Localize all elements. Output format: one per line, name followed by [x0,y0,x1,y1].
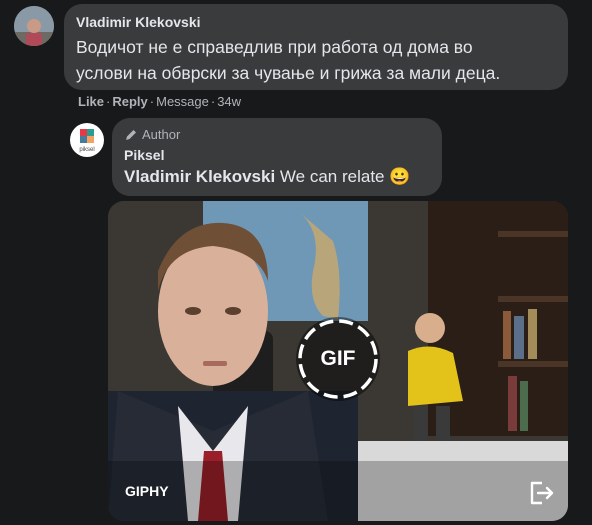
comment-bubble: Vladimir Klekovski Водичот не е справедл… [64,4,568,90]
comment-text-line: Водичот не е справедлив при работа од до… [76,37,473,57]
pencil-icon [126,129,136,140]
giphy-attribution[interactable]: GIPHY [125,483,169,499]
like-button[interactable]: Like [78,94,104,109]
reply-text: Vladimir Klekovski We can relate 😀 [124,167,430,187]
reply-button[interactable]: Reply [112,94,147,109]
author-badge-label: Author [142,127,181,142]
grinning-emoji-icon: 😀 [389,167,411,186]
reply-author-name[interactable]: Piksel [124,147,430,163]
open-external-button[interactable] [522,475,558,511]
open-external-icon [530,481,554,505]
page-avatar[interactable]: piksel [70,123,104,157]
author-badge: Author [124,127,430,142]
logo-text: piksel [79,147,94,153]
reply-bubble: Author Piksel Vladimir Klekovski We can … [112,118,442,196]
comment-text-line: услови на обврски за чување и грижа за м… [76,63,501,83]
message-link[interactable]: Message [156,94,209,109]
commenter-avatar[interactable] [14,6,54,46]
piksel-logo-icon: piksel [79,129,95,153]
comment-age[interactable]: 34w [217,94,241,109]
avatar-photo [14,6,54,46]
gif-attachment[interactable]: GIF GIPHY [108,201,568,521]
gif-loop-icon [298,319,378,399]
gif-play-badge[interactable]: GIF [296,317,380,401]
comment-author-name[interactable]: Vladimir Klekovski [76,14,556,30]
comment-text: Водичот не е справедлив при работа од до… [76,34,556,86]
mention-link[interactable]: Vladimir Klekovski [124,167,275,186]
comment-actions: Like · Reply · Message · 34w [78,94,242,109]
reply-text-body: We can relate [279,167,385,186]
